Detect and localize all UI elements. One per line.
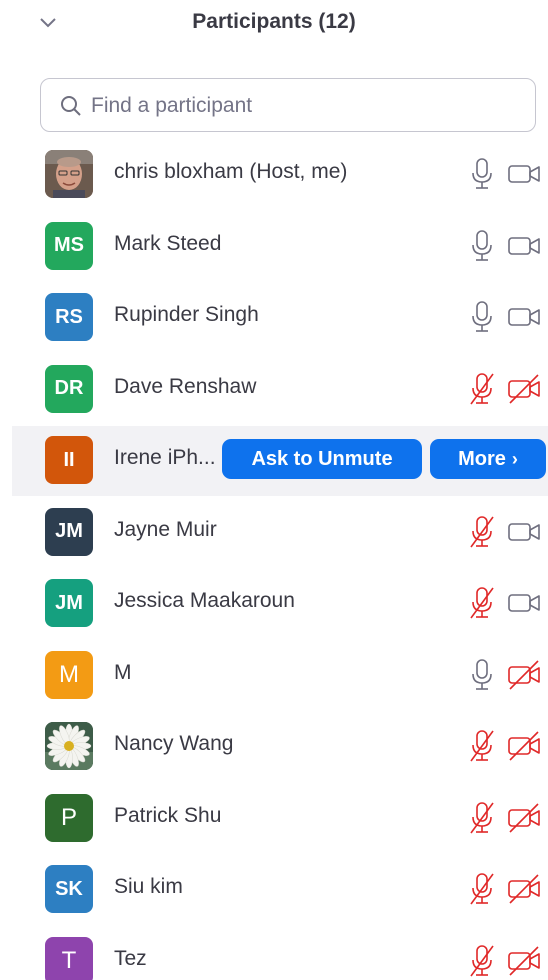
participant-name: Rupinder Singh xyxy=(114,303,259,326)
video-camera-icon[interactable] xyxy=(506,158,542,190)
chevron-right-icon: › xyxy=(511,448,518,469)
microphone-muted-icon[interactable] xyxy=(466,585,498,621)
participant-name: Jayne Muir xyxy=(114,517,217,541)
video-camera-off-icon[interactable] xyxy=(506,945,542,977)
microphone-muted-icon[interactable] xyxy=(466,728,498,764)
avatar-initials: RS xyxy=(55,305,83,328)
video-camera-icon[interactable] xyxy=(506,587,542,619)
participant-row[interactable]: P Patrick Shu xyxy=(0,784,548,854)
avatar: RS xyxy=(45,293,93,341)
avatar-initials: DR xyxy=(54,377,84,399)
microphone-icon[interactable] xyxy=(466,156,498,192)
avatar: JM xyxy=(45,579,93,627)
more-button[interactable]: More › xyxy=(430,439,546,479)
avatar-initials: M xyxy=(59,660,79,688)
participant-name: Mark Steed xyxy=(114,231,222,255)
avatar-initials: II xyxy=(63,448,75,471)
avatar-initials: JM xyxy=(55,591,83,614)
participant-row[interactable]: MS Mark Steed xyxy=(0,212,548,282)
participant-name: Siu kim xyxy=(114,875,183,898)
microphone-muted-icon[interactable] xyxy=(466,871,498,907)
avatar xyxy=(45,722,93,770)
search-box[interactable] xyxy=(40,78,536,132)
avatar: P xyxy=(45,793,93,842)
video-camera-off-icon[interactable] xyxy=(506,659,542,691)
microphone-icon[interactable] xyxy=(466,299,498,335)
participant-row[interactable]: Nancy Wang xyxy=(0,712,548,782)
avatar xyxy=(45,150,93,198)
participant-name: M xyxy=(114,660,132,684)
avatar-initials: JM xyxy=(55,520,83,542)
video-camera-icon[interactable] xyxy=(506,301,542,333)
participant-row[interactable]: DR Dave Renshaw xyxy=(0,355,548,425)
avatar-initials: MS xyxy=(54,234,84,256)
participant-name: Patrick Shu xyxy=(114,803,222,827)
participant-row[interactable]: RS Rupinder Singh xyxy=(0,283,548,353)
participant-name: Nancy Wang xyxy=(114,732,234,755)
video-camera-off-icon[interactable] xyxy=(506,802,542,834)
participant-row[interactable]: chris bloxham (Host, me) xyxy=(0,140,548,210)
microphone-muted-icon[interactable] xyxy=(466,800,498,836)
video-camera-icon[interactable] xyxy=(506,230,542,262)
participant-name: chris bloxham (Host, me) xyxy=(114,160,348,183)
avatar: JM xyxy=(45,507,93,556)
participant-row[interactable]: II Irene iPh... Ask to Unmute More › xyxy=(12,426,548,496)
search-icon xyxy=(61,96,81,116)
participant-name: Dave Renshaw xyxy=(114,374,257,398)
participant-row[interactable]: JM Jessica Maakaroun xyxy=(0,569,548,639)
video-camera-icon[interactable] xyxy=(506,516,542,548)
avatar: II xyxy=(45,436,93,484)
video-camera-off-icon[interactable] xyxy=(506,373,542,405)
participant-name: Irene iPh... xyxy=(114,446,216,469)
ask-to-unmute-button[interactable]: Ask to Unmute xyxy=(222,439,422,479)
avatar: T xyxy=(45,936,93,980)
microphone-icon[interactable] xyxy=(466,228,498,264)
video-camera-off-icon[interactable] xyxy=(506,730,542,762)
participant-row[interactable]: JM Jayne Muir xyxy=(0,498,548,568)
microphone-muted-icon[interactable] xyxy=(466,514,498,550)
participants-panel: Participants (12) chris bloxham (Host, m… xyxy=(0,0,548,980)
avatar: M xyxy=(45,650,93,699)
panel-title: Participants (12) xyxy=(192,10,356,33)
avatar: DR xyxy=(45,364,93,413)
panel-header: Participants (12) xyxy=(0,0,548,44)
participant-row[interactable]: T Tez xyxy=(0,927,548,980)
avatar-initials: P xyxy=(60,803,77,831)
participant-row[interactable]: SK Siu kim xyxy=(0,855,548,925)
microphone-muted-icon[interactable] xyxy=(466,943,498,979)
participant-row[interactable]: MM xyxy=(0,641,548,711)
avatar-initials: SK xyxy=(55,877,83,900)
microphone-muted-icon[interactable] xyxy=(466,371,498,407)
more-label: More xyxy=(458,447,506,470)
video-camera-off-icon[interactable] xyxy=(506,873,542,905)
search-input[interactable] xyxy=(89,89,513,123)
participant-name: Jessica Maakaroun xyxy=(114,589,295,612)
microphone-icon[interactable] xyxy=(466,657,498,693)
avatar: SK xyxy=(45,865,93,913)
participant-name: Tez xyxy=(114,946,147,970)
avatar-initials: T xyxy=(61,946,77,974)
avatar: MS xyxy=(45,221,93,270)
